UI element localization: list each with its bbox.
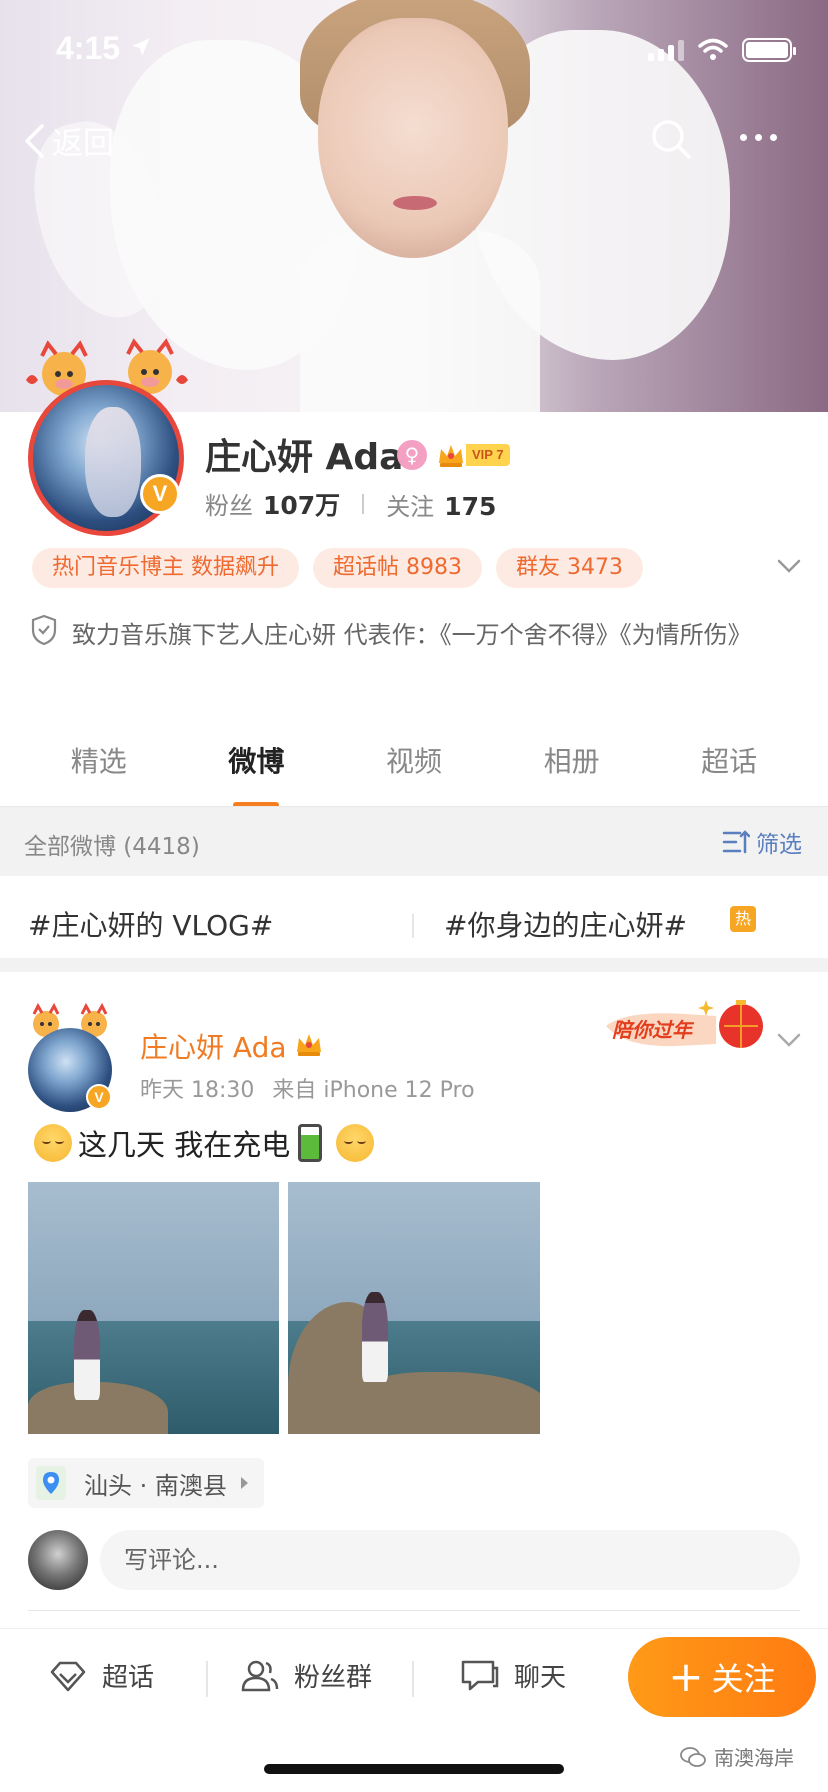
cellular-signal-icon <box>648 39 684 61</box>
fans-count: 107万 <box>263 491 341 520</box>
tag-supertopic-posts[interactable]: 超话帖 8983 <box>313 548 482 588</box>
relieved-face-icon <box>336 1124 375 1162</box>
profile-tabs: 精选 微博 视频 相册 超话 <box>0 730 828 808</box>
fan-group-label: 粉丝群 <box>294 1663 373 1693</box>
supertopic-label: 超话 <box>102 1663 155 1693</box>
new-year-badge-text: 陪你过年 <box>612 1018 692 1042</box>
location-label: 汕头 · 南澳县 <box>84 1471 227 1500</box>
chevron-down-icon[interactable] <box>776 556 802 576</box>
watermark-text: 南澳海岸 <box>714 1746 794 1770</box>
bio-text: 致力音乐旗下艺人庄心妍 代表作：《一万个舍不得》《为情所伤》 <box>72 621 752 649</box>
post-author-avatar[interactable]: V <box>26 1002 114 1112</box>
profile-stats: 粉丝 107万 关注 175 <box>205 486 496 522</box>
fans-stat[interactable]: 粉丝 107万 <box>205 486 340 522</box>
battery-icon <box>742 38 796 62</box>
status-time: 4:15 <box>56 30 121 66</box>
diamond-icon <box>50 1661 86 1691</box>
chat-label: 聊天 <box>514 1663 567 1693</box>
bottom-action-bar: 超话 粉丝群 聊天 + 关注 <box>0 1628 828 1724</box>
follow-button[interactable]: + 关注 <box>628 1637 816 1717</box>
wifi-icon <box>698 38 728 60</box>
my-avatar[interactable] <box>28 1530 88 1590</box>
post-author-name[interactable]: 庄心妍 Ada <box>140 1026 287 1066</box>
relieved-face-icon <box>34 1124 72 1162</box>
shield-icon <box>31 614 57 646</box>
verified-badge-icon: V <box>86 1084 112 1110</box>
chevron-right-icon <box>240 1477 248 1489</box>
more-options-icon[interactable] <box>740 134 777 141</box>
battery-emoji-icon <box>298 1124 323 1162</box>
post-time: 昨天 18:30 <box>140 1078 255 1103</box>
comment-input[interactable]: 写评论... <box>100 1530 800 1590</box>
crown-icon <box>297 1034 321 1056</box>
location-tag[interactable]: 汕头 · 南澳县 <box>28 1458 264 1508</box>
filter-icon <box>722 830 750 854</box>
tag-hot-music-blogger[interactable]: 热门音乐博主 数据飙升 <box>32 548 299 588</box>
filter-button[interactable]: 筛选 <box>722 825 802 859</box>
post-divider <box>28 1610 800 1611</box>
topic-divider <box>412 914 414 938</box>
topic-vlog[interactable]: #庄心妍的 VLOG# <box>28 904 273 944</box>
tab-weibo[interactable]: 微博 <box>196 730 316 808</box>
stats-divider <box>362 494 365 514</box>
map-pin-icon <box>36 1466 66 1500</box>
tab-video[interactable]: 视频 <box>354 730 474 802</box>
profile-bio: 致力音乐旗下艺人庄心妍 代表作：《一万个舍不得》《为情所伤》 <box>30 612 800 658</box>
plus-icon: + <box>668 1652 704 1701</box>
crown-icon <box>439 445 463 467</box>
following-count: 175 <box>444 491 497 521</box>
chevron-down-icon[interactable] <box>776 1030 802 1050</box>
fan-group-button[interactable]: 粉丝群 <box>240 1657 372 1694</box>
profile-avatar[interactable]: V <box>22 336 192 536</box>
location-arrow-icon <box>132 38 150 56</box>
home-indicator[interactable] <box>264 1764 564 1774</box>
vip-level-label: VIP 7 <box>466 444 510 466</box>
filter-bar: 全部微博 (4418) 筛选 <box>0 806 828 876</box>
following-label: 关注 <box>386 492 435 521</box>
verified-badge-icon: V <box>140 474 180 514</box>
bar-divider <box>206 1661 208 1697</box>
new-year-badge: 陪你过年 <box>606 996 768 1056</box>
chat-bubble-icon <box>461 1660 499 1690</box>
status-bar: 4:15 <box>0 0 828 96</box>
post-source: 来自 iPhone 12 Pro <box>272 1078 475 1103</box>
chevron-left-icon <box>25 123 44 158</box>
follow-label: 关注 <box>711 1660 776 1698</box>
supertopic-button[interactable]: 超话 <box>48 1657 154 1694</box>
profile-tags: 热门音乐博主 数据飙升 超话帖 8983 群友 3473 <box>32 548 643 588</box>
bar-divider <box>412 1661 414 1697</box>
watermark: 南澳海岸 <box>680 1742 794 1771</box>
post-text: 这几天 我在充电 <box>28 1122 380 1164</box>
profile-name: 庄心妍 Ada <box>205 437 404 478</box>
topic-bar: #庄心妍的 VLOG# #你身边的庄心妍# 热 <box>0 876 828 972</box>
people-icon <box>241 1660 279 1691</box>
tag-group-members[interactable]: 群友 3473 <box>495 548 643 588</box>
search-icon[interactable] <box>650 118 692 160</box>
vip-badge[interactable]: VIP 7 <box>436 439 510 471</box>
filter-label: 筛选 <box>756 832 802 858</box>
post-photo-1[interactable] <box>28 1182 279 1434</box>
fans-label: 粉丝 <box>205 492 253 520</box>
topic-near-you[interactable]: #你身边的庄心妍# <box>444 904 687 944</box>
tab-album[interactable]: 相册 <box>512 730 632 802</box>
following-stat[interactable]: 关注 175 <box>386 487 496 522</box>
chat-button[interactable]: 聊天 <box>460 1657 566 1694</box>
female-gender-icon: ♀ <box>397 440 427 470</box>
weibo-count-label: 全部微博 (4418) <box>24 834 200 860</box>
back-label: 返回 <box>52 126 114 162</box>
post-body: 这几天 我在充电 <box>78 1128 291 1162</box>
post-photo-2[interactable] <box>288 1182 540 1434</box>
wechat-icon <box>680 1746 706 1767</box>
tab-supertopic[interactable]: 超话 <box>669 730 789 802</box>
back-button[interactable]: 返回 <box>22 118 114 163</box>
tab-featured[interactable]: 精选 <box>39 730 159 802</box>
hot-badge: 热 <box>730 906 756 932</box>
post-meta: 昨天 18:30 来自 iPhone 12 Pro <box>140 1072 475 1104</box>
